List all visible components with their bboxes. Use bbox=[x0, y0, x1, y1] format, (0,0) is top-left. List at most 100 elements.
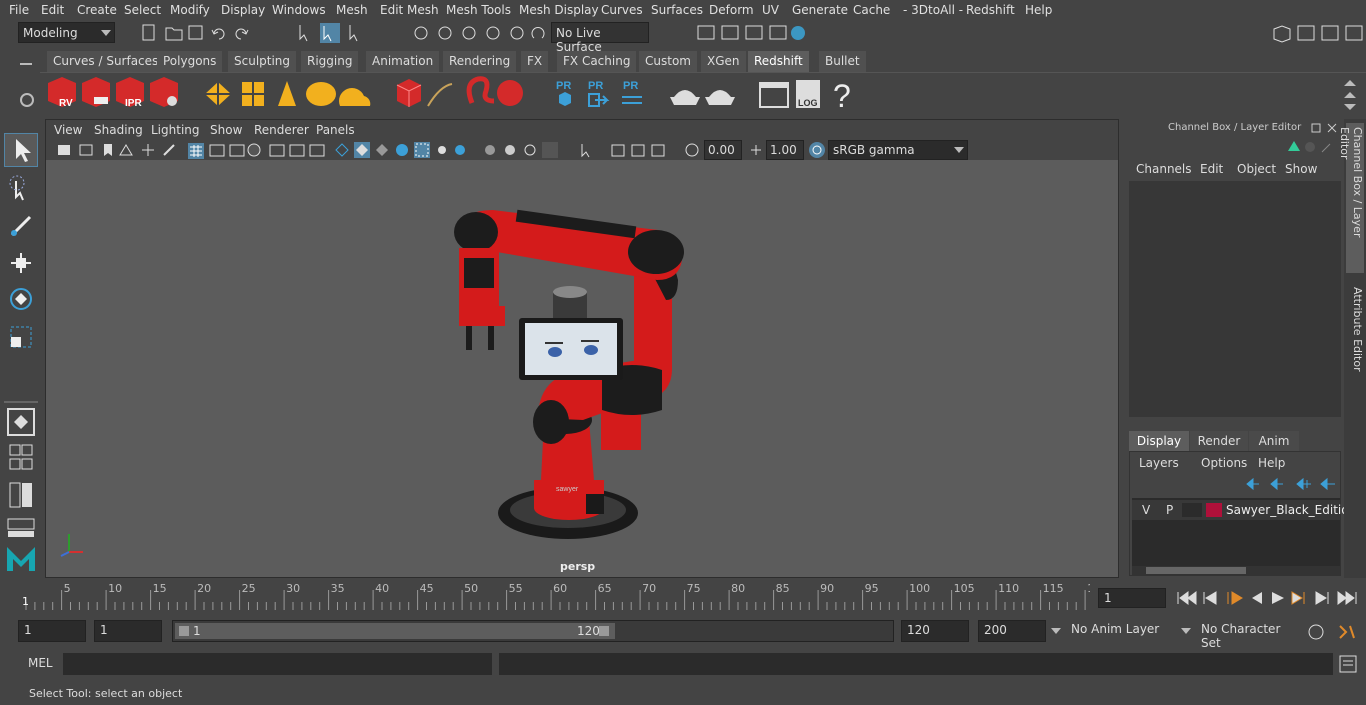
tab-redshift[interactable]: Redshift bbox=[748, 51, 809, 72]
viewport-canvas[interactable]: sawyer persp bbox=[46, 160, 1118, 577]
cb-menu-object[interactable]: Object bbox=[1237, 162, 1276, 176]
layer-visibility-toggle[interactable]: V bbox=[1142, 503, 1150, 517]
colorspace-dropdown[interactable]: sRGB gamma bbox=[828, 140, 968, 160]
mode-selector[interactable]: Modeling bbox=[18, 22, 115, 43]
vp-menu-panels[interactable]: Panels bbox=[316, 123, 355, 137]
layer-playback-toggle[interactable]: P bbox=[1166, 503, 1173, 517]
menu-mesh[interactable]: Mesh bbox=[336, 3, 368, 17]
animation-end-field[interactable]: 200 bbox=[978, 620, 1046, 642]
tab-xgen[interactable]: XGen bbox=[701, 51, 746, 72]
render-icons[interactable] bbox=[696, 23, 811, 43]
vp-menu-view[interactable]: View bbox=[54, 123, 82, 137]
live-surface-field[interactable]: No Live Surface bbox=[551, 22, 649, 54]
char-set-dropdown-icon[interactable] bbox=[1180, 626, 1192, 636]
range-slider-max-knob[interactable] bbox=[599, 626, 609, 636]
layer-scrollbar[interactable] bbox=[1132, 566, 1340, 575]
tab-polygons[interactable]: Polygons bbox=[157, 51, 223, 72]
menu-generate[interactable]: Generate bbox=[792, 3, 848, 17]
tab-sculpting[interactable]: Sculpting bbox=[228, 51, 297, 72]
menu-modify[interactable]: Modify bbox=[170, 3, 210, 17]
vp-menu-show[interactable]: Show bbox=[210, 123, 242, 137]
range-slider-min-knob[interactable] bbox=[179, 626, 189, 636]
timeline-tick-label: 115 bbox=[1043, 582, 1064, 595]
menu-display[interactable]: Display bbox=[221, 3, 265, 17]
vp-menu-lighting[interactable]: Lighting bbox=[151, 123, 200, 137]
anim-layer-dropdown-icon[interactable] bbox=[1050, 626, 1062, 636]
snap-icons[interactable] bbox=[412, 24, 547, 42]
tab-fx[interactable]: FX bbox=[521, 51, 549, 72]
menu-curves[interactable]: Curves bbox=[601, 3, 643, 17]
menu-cache[interactable]: Cache bbox=[853, 3, 890, 17]
side-tab-attribute-editor[interactable]: Attribute Editor bbox=[1346, 283, 1364, 383]
redshift-shelf-icons[interactable]: RV IPR PR PR PR LOG ? bbox=[40, 73, 870, 117]
side-tab-channel-box[interactable]: Channel Box / Layer Editor bbox=[1338, 123, 1364, 273]
layer-tab-render[interactable]: Render bbox=[1190, 431, 1248, 451]
workspace-icons[interactable] bbox=[1270, 23, 1365, 43]
tab-animation[interactable]: Animation bbox=[366, 51, 440, 72]
command-language-label[interactable]: MEL bbox=[28, 656, 53, 670]
color-management-icon[interactable] bbox=[808, 141, 826, 159]
range-tool-icons[interactable] bbox=[1306, 622, 1362, 642]
select-tool-button[interactable] bbox=[4, 133, 38, 167]
menu-mesh-display[interactable]: Mesh Display bbox=[519, 3, 599, 17]
cb-menu-show[interactable]: Show bbox=[1285, 162, 1317, 176]
menu-edit[interactable]: Edit bbox=[41, 3, 64, 17]
character-set-field[interactable]: No Character Set bbox=[1196, 620, 1298, 650]
layer-menu-help[interactable]: Help bbox=[1258, 456, 1285, 470]
menu-edit-mesh[interactable]: Edit Mesh bbox=[380, 3, 439, 17]
playback-end-field[interactable]: 120 bbox=[901, 620, 969, 642]
gamma-field[interactable]: 1.00 bbox=[766, 140, 804, 160]
menu-file[interactable]: File bbox=[9, 3, 29, 17]
exposure-icon bbox=[685, 143, 699, 157]
layer-color-swatch[interactable] bbox=[1206, 503, 1222, 517]
menu-redshift[interactable]: Redshift bbox=[966, 3, 1015, 17]
menu-mesh-tools[interactable]: Mesh Tools bbox=[446, 3, 511, 17]
menu-select[interactable]: Select bbox=[124, 3, 161, 17]
playback-controls[interactable] bbox=[1172, 588, 1362, 608]
animation-start-field[interactable]: 1 bbox=[18, 620, 86, 642]
move-layer-down-icon bbox=[1270, 477, 1283, 491]
layer-display-type[interactable] bbox=[1182, 503, 1202, 517]
playback-start-field[interactable]: 1 bbox=[94, 620, 162, 642]
menu-help[interactable]: Help bbox=[1025, 3, 1052, 17]
menu-3dtoall[interactable]: - 3DtoAll - bbox=[903, 3, 963, 17]
layer-tab-display[interactable]: Display bbox=[1129, 431, 1189, 451]
current-frame-field[interactable]: 1 bbox=[1098, 588, 1166, 608]
tab-rendering[interactable]: Rendering bbox=[443, 51, 517, 72]
channel-box-tool-icons[interactable] bbox=[1286, 139, 1336, 155]
layer-action-icons[interactable] bbox=[1243, 476, 1339, 492]
range-slider-track[interactable]: 1 120 bbox=[172, 620, 894, 642]
selection-mask-icons[interactable] bbox=[296, 23, 366, 43]
script-editor-icon[interactable] bbox=[1339, 655, 1357, 673]
shelf-scroll-arrows[interactable] bbox=[1340, 77, 1360, 113]
tab-fx-caching[interactable]: FX Caching bbox=[557, 51, 637, 72]
exposure-field[interactable]: 0.00 bbox=[704, 140, 742, 160]
shelf-menu-icon[interactable] bbox=[20, 63, 32, 65]
command-input[interactable] bbox=[63, 653, 492, 675]
tab-curves-surfaces[interactable]: Curves / Surfaces bbox=[47, 51, 165, 72]
layer-menu-options[interactable]: Options bbox=[1201, 456, 1247, 470]
tab-custom[interactable]: Custom bbox=[639, 51, 697, 72]
cb-menu-channels[interactable]: Channels bbox=[1136, 162, 1192, 176]
range-slider-handle[interactable]: 1 120 bbox=[175, 623, 615, 639]
cb-menu-edit[interactable]: Edit bbox=[1200, 162, 1223, 176]
viewport-toolbar-icons[interactable] bbox=[52, 141, 702, 159]
menu-uv[interactable]: UV bbox=[762, 3, 779, 17]
vp-menu-shading[interactable]: Shading bbox=[94, 123, 143, 137]
timeline-ruler[interactable]: 5 10 15 20 25 30 35 40 45 50 55 60 65 70 75 80 85 90 95 100… bbox=[20, 582, 1101, 610]
layer-row[interactable]: V P Sawyer_Black_Edition_ bbox=[1132, 500, 1362, 520]
shelf-settings-gear-icon[interactable] bbox=[20, 93, 34, 107]
vp-menu-renderer[interactable]: Renderer bbox=[254, 123, 309, 137]
tab-bullet[interactable]: Bullet bbox=[819, 51, 866, 72]
menu-windows[interactable]: Windows bbox=[272, 3, 326, 17]
menu-deform[interactable]: Deform bbox=[709, 3, 754, 17]
layer-menu-layers[interactable]: Layers bbox=[1139, 456, 1179, 470]
menu-create[interactable]: Create bbox=[77, 3, 117, 17]
anim-layer-field[interactable]: No Anim Layer bbox=[1066, 620, 1174, 642]
help-line: Select Tool: select an object bbox=[0, 683, 1366, 705]
layer-name[interactable]: Sawyer_Black_Edition_ bbox=[1226, 503, 1362, 517]
layer-tab-anim[interactable]: Anim bbox=[1249, 431, 1299, 451]
menu-surfaces[interactable]: Surfaces bbox=[651, 3, 703, 17]
tab-rigging[interactable]: Rigging bbox=[301, 51, 359, 72]
layer-scrollbar-thumb[interactable] bbox=[1146, 567, 1246, 574]
